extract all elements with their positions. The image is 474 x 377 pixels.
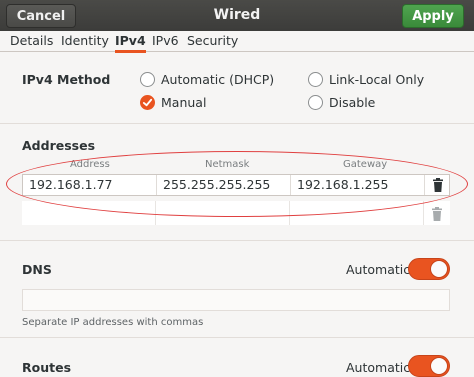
address-input[interactable]: 192.168.1.77 <box>23 175 157 195</box>
section-divider <box>0 337 474 338</box>
option-link-local-only-label: Link-Local Only <box>329 72 425 87</box>
tab-bar: Details Identity IPv4 IPv6 Security <box>0 31 474 53</box>
netmask-input[interactable]: 255.255.255.255 <box>157 175 291 195</box>
radio-manual[interactable] <box>140 95 155 110</box>
option-automatic-dhcp-label: Automatic (DHCP) <box>161 72 275 87</box>
tab-ipv4[interactable]: IPv4 <box>115 33 146 53</box>
check-icon <box>142 98 153 107</box>
header-bar: Cancel Wired Apply <box>0 0 474 32</box>
option-disable-label: Disable <box>329 95 376 110</box>
column-header-netmask: Netmask <box>205 159 250 170</box>
routes-automatic-label: Automatic <box>346 360 411 375</box>
radio-disable[interactable] <box>308 95 323 110</box>
column-header-gateway: Gateway <box>343 159 388 170</box>
column-header-address: Address <box>70 159 110 170</box>
switch-knob <box>430 260 448 278</box>
switch-knob <box>430 357 448 375</box>
gateway-input-empty[interactable] <box>290 201 424 225</box>
tab-identity[interactable]: Identity <box>61 33 109 50</box>
trash-icon[interactable] <box>431 207 443 221</box>
address-row: 192.168.1.77 255.255.255.255 192.168.1.2… <box>22 174 450 196</box>
address-row-empty <box>22 201 450 225</box>
trash-icon[interactable] <box>432 178 444 192</box>
routes-automatic-switch[interactable] <box>408 355 450 377</box>
tab-ipv6[interactable]: IPv6 <box>152 33 179 50</box>
dns-automatic-switch[interactable] <box>408 258 450 280</box>
apply-button[interactable]: Apply <box>402 4 464 28</box>
tab-details[interactable]: Details <box>10 33 53 50</box>
address-input-empty[interactable] <box>22 201 156 225</box>
tab-security[interactable]: Security <box>187 33 238 50</box>
dns-hint: Separate IP addresses with commas <box>22 317 204 328</box>
radio-link-local-only[interactable] <box>308 72 323 87</box>
dns-label: DNS <box>22 262 52 277</box>
section-divider <box>0 240 474 241</box>
ipv4-method-label: IPv4 Method <box>22 72 111 87</box>
radio-automatic-dhcp[interactable] <box>140 72 155 87</box>
addresses-label: Addresses <box>22 138 96 153</box>
dns-automatic-label: Automatic <box>346 262 411 277</box>
routes-label: Routes <box>22 360 72 375</box>
option-manual-label: Manual <box>161 95 207 110</box>
dns-input[interactable] <box>22 289 450 311</box>
netmask-input-empty[interactable] <box>156 201 290 225</box>
section-divider <box>0 123 474 124</box>
gateway-input[interactable]: 192.168.1.255 <box>291 175 425 195</box>
